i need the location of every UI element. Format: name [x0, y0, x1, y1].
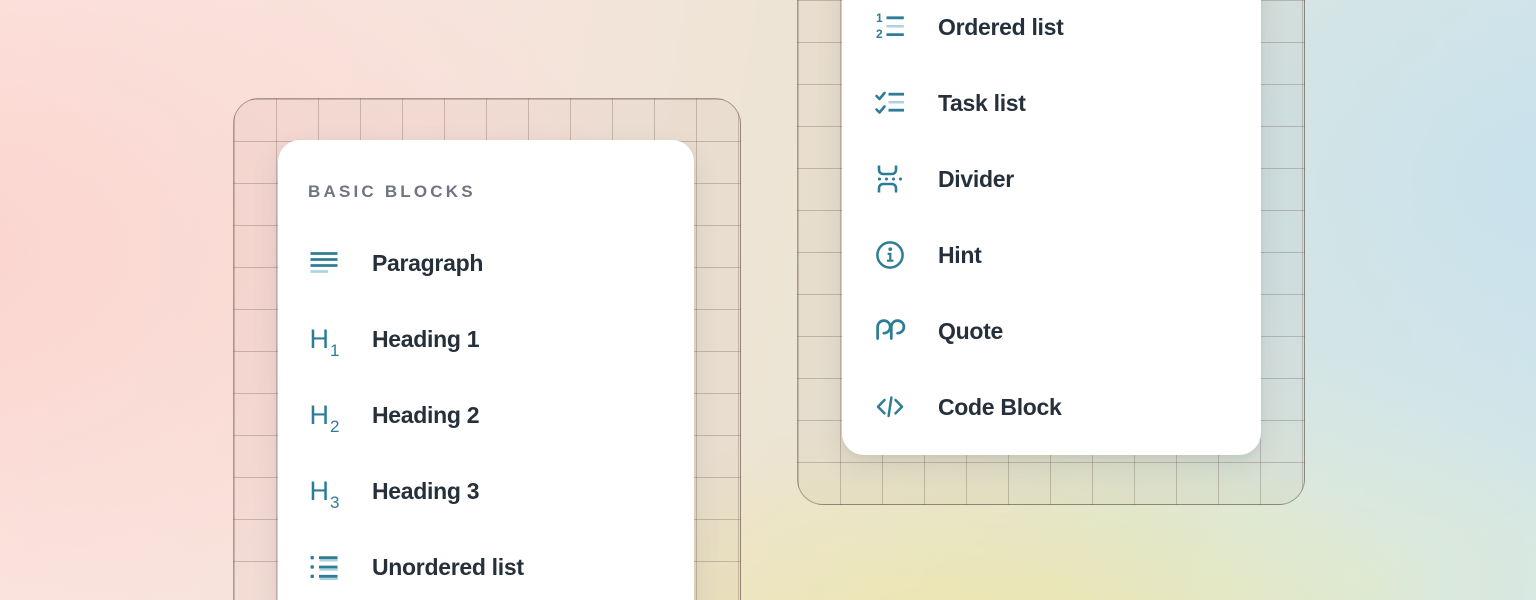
basic-blocks-menu-panel: BASIC BLOCKS Paragraph H1 Heading 1 H2 [278, 140, 694, 600]
illustration-canvas: BASIC BLOCKS Paragraph H1 Heading 1 H2 [0, 0, 1536, 600]
menu-item-label: Ordered list [938, 14, 1064, 41]
heading-2-icon: H2 [308, 399, 340, 431]
heading-3-icon: H3 [308, 475, 340, 507]
menu-item-heading-3[interactable]: H3 Heading 3 [308, 453, 666, 529]
menu-item-label: Heading 2 [372, 402, 479, 429]
menu-item-label: Hint [938, 242, 982, 269]
ordered-list-icon: 1 2 [874, 11, 906, 43]
menu-item-task-list[interactable]: Task list [874, 65, 1235, 141]
menu-item-label: Paragraph [372, 250, 483, 277]
menu-item-paragraph[interactable]: Paragraph [308, 225, 666, 301]
menu-item-label: Heading 3 [372, 478, 479, 505]
menu-item-label: Task list [938, 90, 1026, 117]
menu-item-ordered-list[interactable]: 1 2 Ordered list [874, 0, 1235, 65]
svg-text:2: 2 [876, 27, 883, 41]
blocks-menu-panel-continued: 1 2 Ordered list Task list [842, 0, 1261, 455]
unordered-list-icon [308, 551, 340, 583]
menu-item-heading-2[interactable]: H2 Heading 2 [308, 377, 666, 453]
menu-item-divider[interactable]: Divider [874, 141, 1235, 217]
menu-item-label: Heading 1 [372, 326, 479, 353]
code-block-icon [874, 391, 906, 423]
hint-icon [874, 239, 906, 271]
menu-item-hint[interactable]: Hint [874, 217, 1235, 293]
menu-item-unordered-list[interactable]: Unordered list [308, 529, 666, 600]
heading-1-icon: H1 [308, 323, 340, 355]
section-header: BASIC BLOCKS [308, 179, 666, 205]
menu-item-quote[interactable]: Quote [874, 293, 1235, 369]
paragraph-icon [308, 247, 340, 279]
divider-icon [874, 163, 906, 195]
menu-item-code-block[interactable]: Code Block [874, 369, 1235, 445]
menu-item-label: Code Block [938, 394, 1062, 421]
menu-item-label: Divider [938, 166, 1014, 193]
menu-item-label: Unordered list [372, 554, 524, 581]
menu-item-label: Quote [938, 318, 1003, 345]
quote-icon [874, 315, 906, 347]
task-list-icon [874, 87, 906, 119]
menu-item-heading-1[interactable]: H1 Heading 1 [308, 301, 666, 377]
svg-text:1: 1 [876, 11, 883, 25]
